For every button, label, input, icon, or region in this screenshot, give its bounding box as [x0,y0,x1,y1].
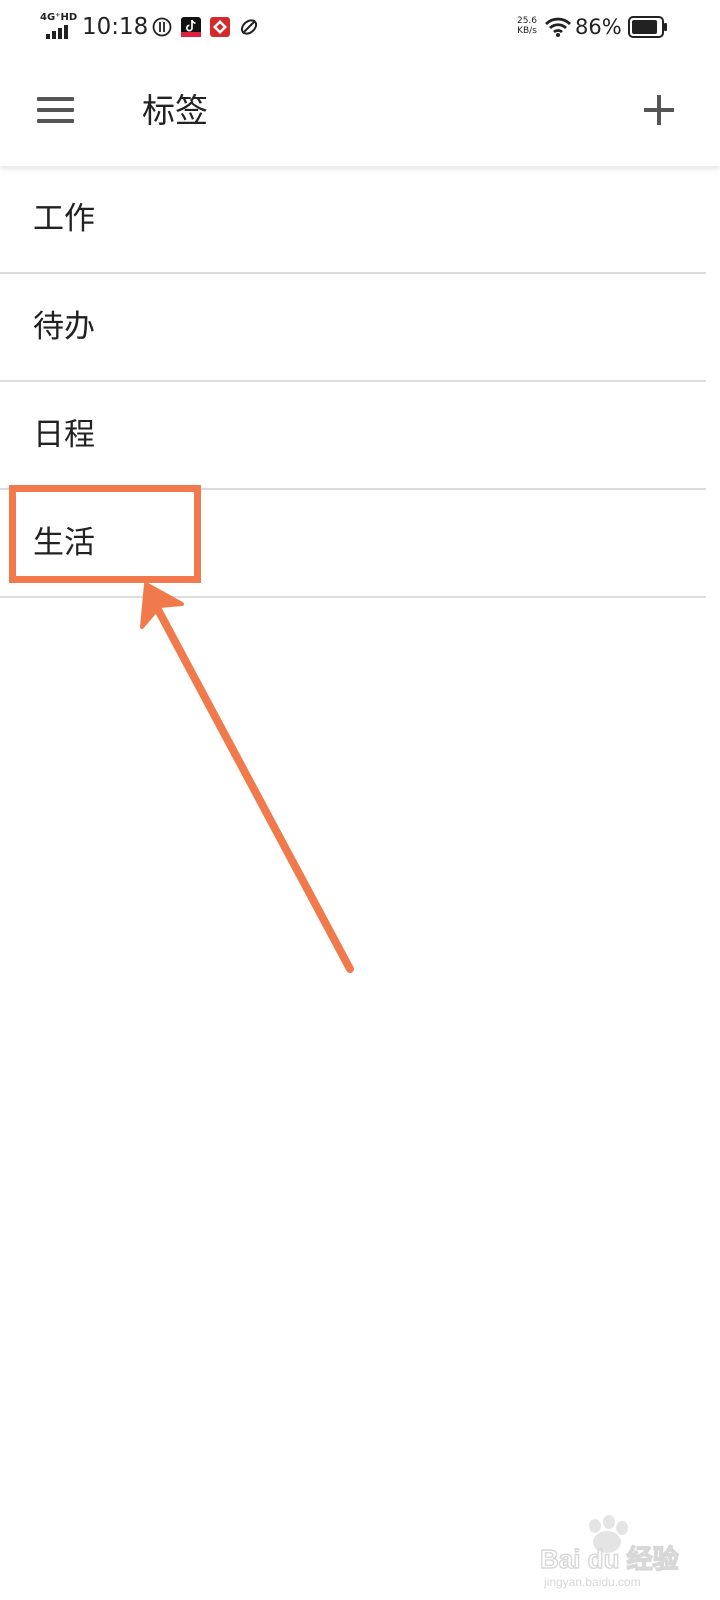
annotation-arrow-icon [140,582,354,973]
